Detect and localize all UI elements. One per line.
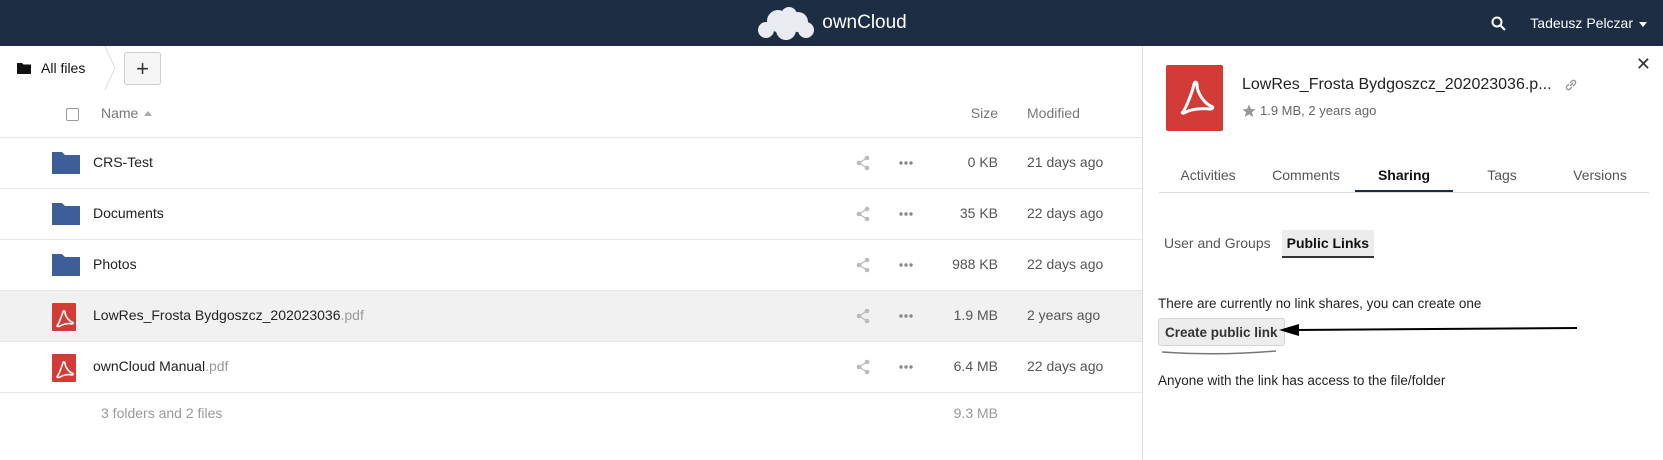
file-modified: 22 days ago xyxy=(1027,358,1104,374)
cloud-icon xyxy=(758,7,815,40)
more-actions-icon[interactable] xyxy=(898,257,914,276)
file-modified: 21 days ago xyxy=(1027,154,1104,170)
details-title: LowRes_Frosta Bydgoszcz_202023036.p... xyxy=(1242,76,1578,94)
file-size: 0 KB xyxy=(967,154,998,170)
sort-by-modified[interactable]: Modified xyxy=(1027,105,1080,121)
underline-annotation xyxy=(1161,350,1277,355)
pdf-icon xyxy=(52,354,76,385)
tab-sharing[interactable]: Sharing xyxy=(1355,162,1453,192)
sort-by-name[interactable]: Name xyxy=(101,105,153,121)
file-size: 35 KB xyxy=(959,205,998,221)
sharing-subtabs: User and Groups Public Links xyxy=(1159,230,1375,258)
folder-icon xyxy=(52,252,80,279)
table-header: Name Size Modified xyxy=(0,90,1142,138)
no-link-shares-text: There are currently no link shares, you … xyxy=(1158,296,1482,311)
file-modified: 22 days ago xyxy=(1027,256,1104,272)
share-icon[interactable] xyxy=(855,257,871,276)
breadcrumb: All files + xyxy=(0,46,1142,90)
file-name[interactable]: Photos xyxy=(93,256,137,272)
folder-icon xyxy=(17,63,31,74)
file-size: 1.9 MB xyxy=(953,307,998,323)
share-icon[interactable] xyxy=(855,308,871,327)
file-name[interactable]: LowRes_Frosta Bydgoszcz_202023036.pdf xyxy=(93,307,364,323)
file-name[interactable]: Documents xyxy=(93,205,164,221)
sort-by-size[interactable]: Size xyxy=(971,105,998,121)
owncloud-logo[interactable]: ownCloud xyxy=(756,6,907,40)
subtab-public-links[interactable]: Public Links xyxy=(1281,230,1375,258)
summary-size: 9.3 MB xyxy=(953,405,998,421)
table-row[interactable]: Documents 35 KB 22 days ago xyxy=(0,189,1142,240)
sort-ascending-icon xyxy=(144,110,153,116)
details-filename: LowRes_Frosta Bydgoszcz_202023036.p... xyxy=(1242,76,1552,93)
more-actions-icon[interactable] xyxy=(898,308,914,327)
tab-activities[interactable]: Activities xyxy=(1159,162,1257,192)
file-modified: 2 years ago xyxy=(1027,307,1101,323)
table-row[interactable]: LowRes_Frosta Bydgoszcz_202023036.pdf 1.9… xyxy=(0,291,1142,342)
permalink-icon[interactable] xyxy=(1564,78,1578,92)
close-icon[interactable]: ✕ xyxy=(1636,54,1651,75)
arrow-annotation xyxy=(1279,324,1578,336)
summary-count: 3 folders and 2 files xyxy=(101,405,223,421)
file-list-area: All files + Name Size Modified CRS-Test 0… xyxy=(0,46,1142,460)
breadcrumb-home-label: All files xyxy=(41,60,86,76)
file-size: 988 KB xyxy=(952,256,998,272)
user-menu[interactable]: Tadeusz Pelczar xyxy=(1530,15,1647,31)
top-bar: ownCloud Tadeusz Pelczar xyxy=(0,0,1663,46)
search-icon[interactable] xyxy=(1491,16,1506,31)
share-icon[interactable] xyxy=(855,359,871,378)
create-public-link-label: Create public link xyxy=(1165,324,1278,340)
folder-icon xyxy=(52,150,80,177)
column-name-label: Name xyxy=(101,105,139,121)
details-sidebar: ✕ LowRes_Frosta Bydgoszcz_202023036.p...… xyxy=(1142,46,1663,460)
brand-name: ownCloud xyxy=(822,12,907,33)
file-name[interactable]: ownCloud Manual.pdf xyxy=(93,358,228,374)
new-button[interactable]: + xyxy=(124,52,161,85)
new-button-label: + xyxy=(136,55,149,81)
tab-versions[interactable]: Versions xyxy=(1551,162,1649,192)
user-name: Tadeusz Pelczar xyxy=(1530,15,1633,31)
table-row[interactable]: CRS-Test 0 KB 21 days ago xyxy=(0,138,1142,189)
create-public-link-button[interactable]: Create public link xyxy=(1158,318,1285,346)
details-meta: 1.9 MB, 2 years ago xyxy=(1242,103,1376,118)
share-icon[interactable] xyxy=(855,206,871,225)
tab-comments[interactable]: Comments xyxy=(1257,162,1355,192)
pdf-file-icon xyxy=(1166,65,1223,131)
file-modified: 22 days ago xyxy=(1027,205,1104,221)
table-row[interactable]: Photos 988 KB 22 days ago xyxy=(0,240,1142,291)
more-actions-icon[interactable] xyxy=(898,206,914,225)
folder-icon xyxy=(52,201,80,228)
link-access-text: Anyone with the link has access to the f… xyxy=(1158,373,1446,388)
details-size-date: 1.9 MB, 2 years ago xyxy=(1260,103,1377,118)
select-all-checkbox[interactable] xyxy=(66,108,79,121)
pdf-icon xyxy=(52,303,76,334)
more-actions-icon[interactable] xyxy=(898,359,914,378)
file-size: 6.4 MB xyxy=(953,358,998,374)
table-row[interactable]: ownCloud Manual.pdf 6.4 MB 22 days ago xyxy=(0,342,1142,393)
breadcrumb-separator-icon xyxy=(104,46,116,90)
breadcrumb-home[interactable]: All files xyxy=(0,46,85,90)
files-summary: 3 folders and 2 files 9.3 MB xyxy=(0,391,1142,431)
share-icon[interactable] xyxy=(855,155,871,174)
details-tabs: Activities Comments Sharing Tags Versions xyxy=(1159,162,1649,193)
subtab-user-and-groups[interactable]: User and Groups xyxy=(1159,230,1276,258)
more-actions-icon[interactable] xyxy=(898,155,914,174)
caret-down-icon xyxy=(1639,21,1647,27)
star-icon[interactable] xyxy=(1242,104,1256,118)
file-name[interactable]: CRS-Test xyxy=(93,154,153,170)
tab-tags[interactable]: Tags xyxy=(1453,162,1551,192)
